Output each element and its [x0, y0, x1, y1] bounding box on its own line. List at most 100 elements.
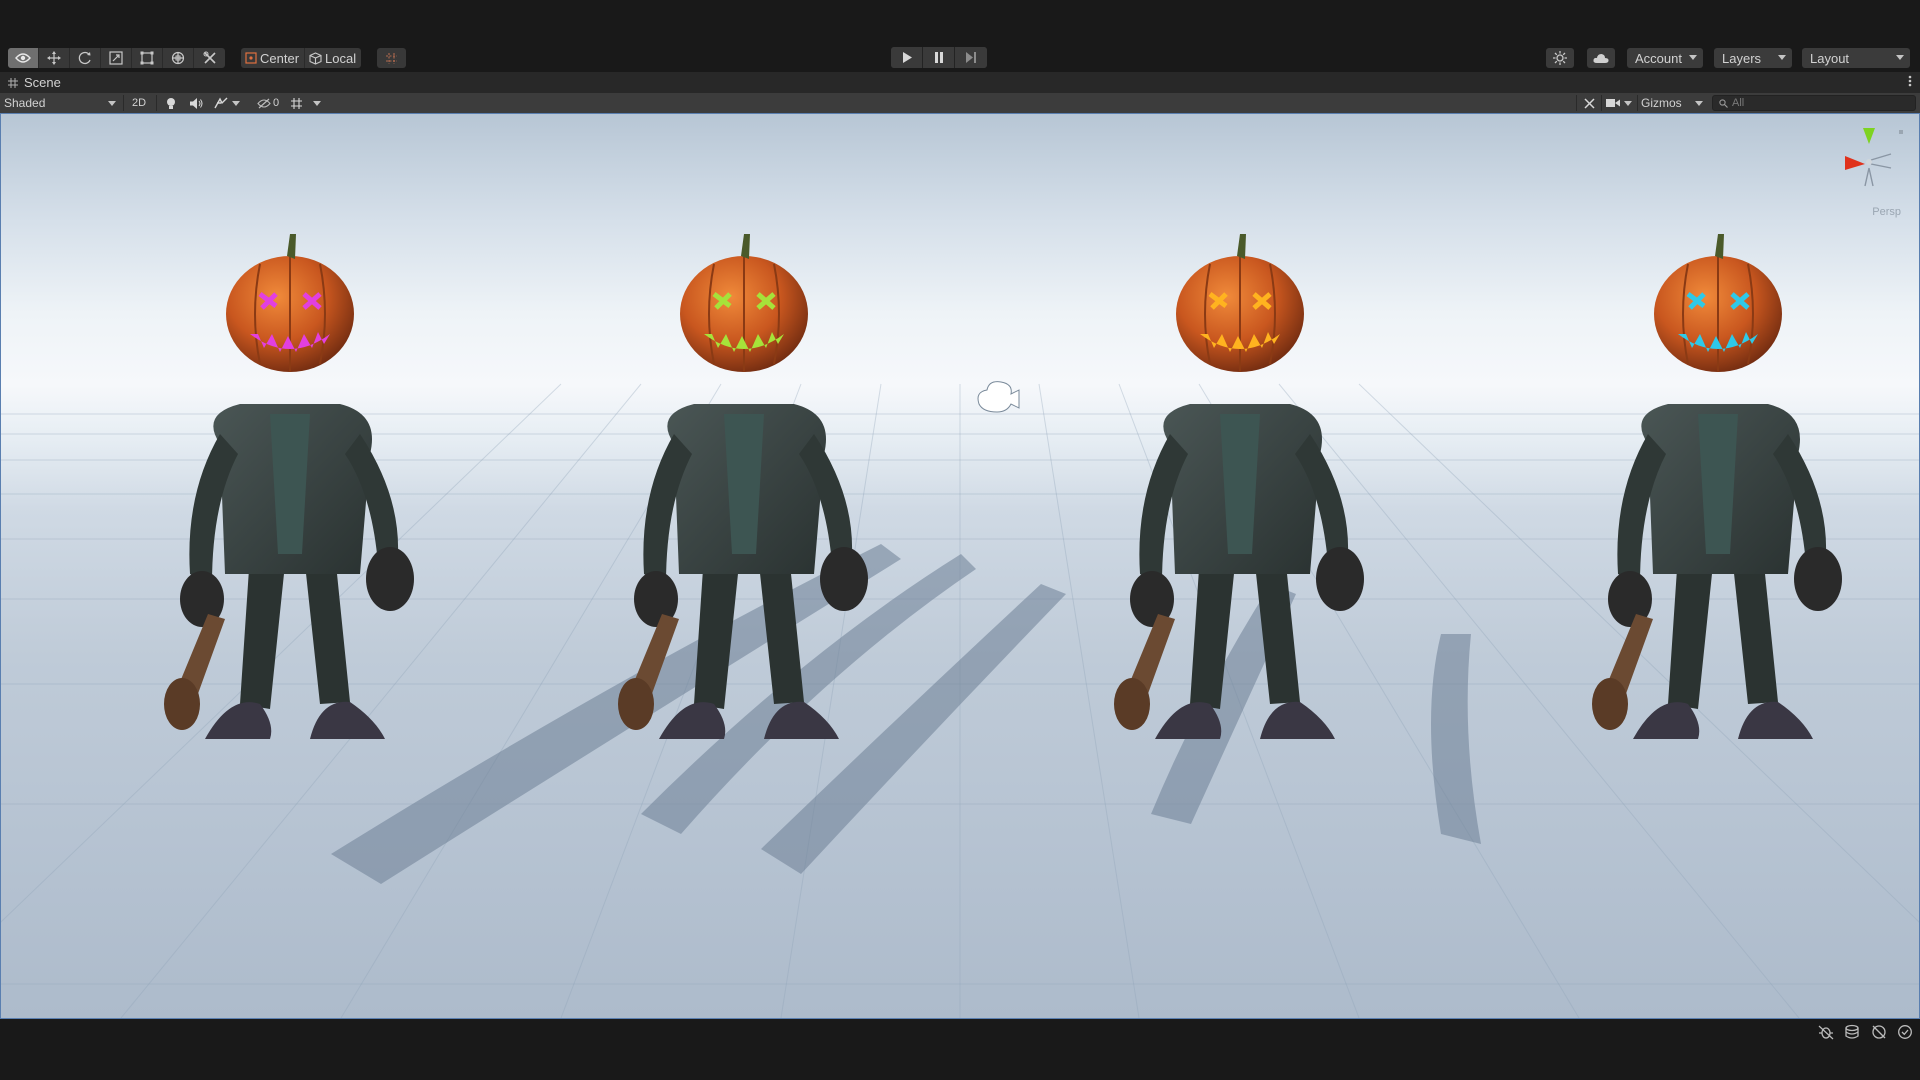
local-cube-icon	[309, 51, 322, 65]
scene-tab[interactable]: Scene	[0, 72, 61, 93]
chevron-down-icon	[1624, 100, 1632, 106]
mode-2d-label: 2D	[131, 97, 147, 109]
chevron-down-icon	[313, 100, 321, 106]
scene-view-toolbar: Shaded 2D 0 Gizmos All	[0, 93, 1920, 114]
draw-mode-label: Shaded	[4, 96, 46, 110]
account-dropdown[interactable]: Account	[1627, 48, 1703, 68]
transform-icon	[171, 51, 185, 65]
grid-icon	[291, 97, 302, 109]
play-button[interactable]	[891, 47, 923, 68]
hidden-eye-icon	[257, 98, 271, 108]
grid-snap-icon	[386, 52, 397, 64]
pivot-center-icon	[245, 52, 257, 64]
step-button[interactable]	[955, 47, 987, 68]
tools-overlay-button[interactable]	[1580, 94, 1598, 112]
settings-button[interactable]	[1546, 48, 1574, 68]
scene-grid-icon	[8, 77, 18, 88]
move-tool-button[interactable]	[39, 48, 70, 68]
pivot-toggles: Center Local	[241, 48, 362, 68]
speaker-icon	[189, 97, 202, 109]
gear-icon	[1553, 51, 1567, 65]
layout-dropdown[interactable]: Layout	[1802, 48, 1910, 68]
scale-icon	[109, 51, 123, 65]
separator	[123, 95, 124, 111]
projection-label[interactable]: Persp	[1872, 206, 1901, 218]
search-icon	[1719, 98, 1728, 108]
rotate-icon	[78, 51, 91, 65]
cloud-icon	[1593, 53, 1609, 63]
effects-icon	[214, 97, 228, 109]
scene-render	[1, 128, 1919, 1018]
account-label: Account	[1635, 50, 1682, 66]
scene-search-input[interactable]: All	[1712, 95, 1916, 111]
lightbulb-icon	[167, 97, 175, 109]
tools-icon	[1583, 97, 1595, 109]
pivot-rotation-button[interactable]: Local	[305, 48, 361, 68]
scale-tool-button[interactable]	[101, 48, 132, 68]
chevron-down-icon	[1896, 55, 1904, 60]
main-toolbar: Center Local Account Layers Layout	[0, 0, 1920, 72]
playmode-controls	[891, 47, 987, 68]
rotate-tool-button[interactable]	[70, 48, 101, 68]
layers-label: Layers	[1722, 50, 1762, 66]
chevron-down-icon	[1695, 101, 1703, 106]
grid-snap-group	[377, 48, 406, 68]
chevron-down-icon	[108, 101, 116, 106]
layers-dropdown[interactable]: Layers	[1714, 48, 1792, 68]
orientation-gizmo[interactable]	[1845, 128, 1903, 187]
layout-label: Layout	[1810, 50, 1850, 66]
transform-tool-button[interactable]	[163, 48, 194, 68]
play-icon	[902, 52, 912, 63]
effects-dropdown[interactable]	[214, 94, 250, 112]
pumpkin-head-magenta[interactable]	[164, 234, 414, 739]
rect-tool-button[interactable]	[132, 48, 163, 68]
camera-settings-dropdown[interactable]	[1606, 94, 1636, 112]
chevron-down-icon	[1689, 55, 1697, 60]
cache-server-icon[interactable]	[1844, 1024, 1860, 1040]
status-bar	[0, 1019, 1920, 1080]
gizmos-dropdown[interactable]: Gizmos	[1639, 94, 1707, 112]
pivot-mode-button[interactable]: Center	[241, 48, 306, 68]
view-tool-button[interactable]	[8, 48, 39, 68]
rect-icon	[140, 51, 154, 65]
pivot-mode-label: Center	[260, 50, 300, 66]
separator	[156, 95, 157, 111]
camera-gizmo-icon	[977, 381, 1020, 413]
cloud-button[interactable]	[1587, 48, 1615, 68]
draw-mode-dropdown[interactable]: Shaded	[4, 94, 120, 112]
search-placeholder: All	[1732, 97, 1745, 109]
pumpkin-head-cyan[interactable]	[1592, 234, 1842, 739]
tab-menu-button[interactable]	[1908, 74, 1912, 93]
camera-icon	[1606, 99, 1620, 107]
grid-snapping-button[interactable]	[377, 48, 406, 68]
transform-tools	[8, 48, 225, 68]
pivot-rotation-label: Local	[325, 50, 357, 66]
debug-bug-icon[interactable]	[1818, 1024, 1834, 1040]
characters-group	[164, 234, 1842, 739]
chevron-down-icon	[232, 100, 240, 106]
scene-viewport[interactable]: Persp	[1, 114, 1919, 1018]
gizmos-label: Gizmos	[1641, 96, 1682, 110]
hidden-count: 0	[273, 97, 280, 109]
custom-tool-button[interactable]	[194, 48, 225, 68]
tools-icon	[203, 51, 216, 64]
mode-2d-toggle[interactable]: 2D	[128, 94, 150, 112]
scene-tab-label: Scene	[24, 75, 61, 90]
progress-check-icon[interactable]	[1897, 1024, 1913, 1040]
kebab-menu-icon	[1908, 75, 1912, 87]
separator	[1576, 95, 1577, 111]
grid-toggle-dropdown[interactable]	[290, 94, 326, 112]
pause-button[interactable]	[923, 47, 955, 68]
audio-toggle[interactable]	[188, 94, 204, 112]
move-icon	[47, 51, 61, 65]
separator	[1637, 95, 1638, 111]
pause-icon	[934, 52, 943, 63]
separator	[1601, 95, 1602, 111]
lighting-toggle[interactable]	[163, 94, 179, 112]
scene-visibility-toggle[interactable]: 0	[257, 94, 285, 112]
auto-generate-lighting-icon[interactable]	[1871, 1024, 1887, 1040]
scene-tab-bar: Scene	[0, 72, 1920, 93]
chevron-down-icon	[1778, 55, 1786, 60]
step-icon	[965, 52, 976, 63]
eye-icon	[15, 53, 31, 63]
